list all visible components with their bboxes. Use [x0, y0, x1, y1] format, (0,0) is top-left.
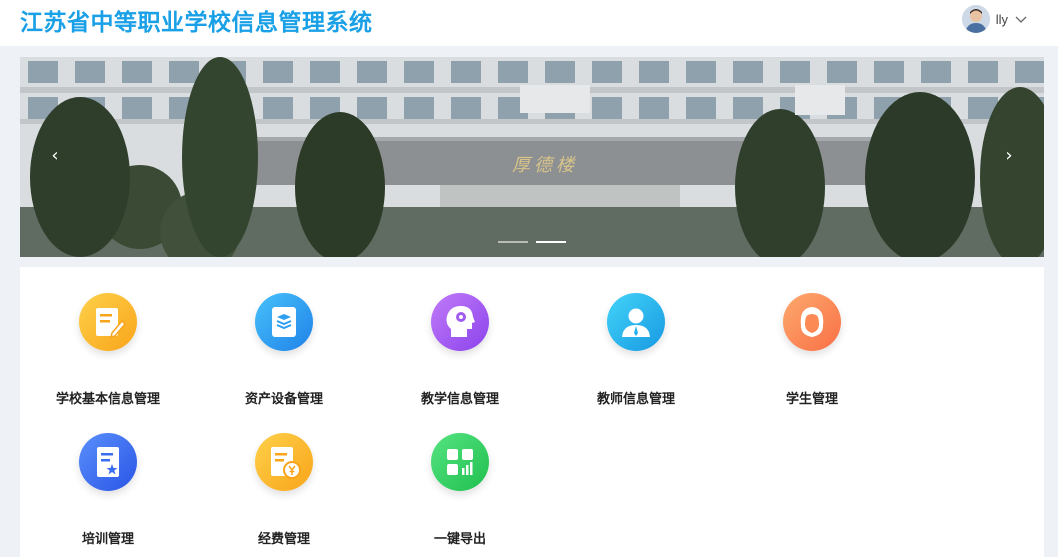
- building-window: [28, 61, 58, 83]
- building-window: [1015, 61, 1044, 83]
- building-window: [451, 97, 481, 119]
- user-menu[interactable]: lly: [961, 5, 1028, 33]
- carousel-indicators: [498, 241, 566, 243]
- building-window: [169, 61, 199, 83]
- building-window: [122, 97, 152, 119]
- chevron-down-icon[interactable]: [1014, 12, 1028, 26]
- building-window: [780, 61, 810, 83]
- module-school-info[interactable]: 学校基本信息管理: [20, 267, 196, 407]
- building-window: [263, 61, 293, 83]
- module-assets[interactable]: 资产设备管理: [196, 267, 372, 407]
- module-teaching[interactable]: 教学信息管理: [372, 267, 548, 407]
- module-label[interactable]: 学生管理: [724, 388, 900, 407]
- building-window: [592, 97, 622, 119]
- edit-document-icon: [79, 293, 137, 351]
- top-header: 江苏省中等职业学校信息管理系统 lly: [0, 0, 1058, 46]
- module-students[interactable]: 学生管理: [724, 267, 900, 407]
- module-finance[interactable]: 经费管理: [196, 407, 372, 547]
- building-window: [639, 61, 669, 83]
- teacher-icon: [607, 293, 665, 351]
- module-label[interactable]: 教师信息管理: [548, 388, 724, 407]
- finance-document-icon: [255, 433, 313, 491]
- carousel-prev-button[interactable]: ‹: [42, 143, 68, 169]
- building-window: [592, 61, 622, 83]
- module-panel: 学校基本信息管理 资产设备管理 教学信息管理 教师信息管理 学生管理 培训管理 …: [20, 267, 1044, 557]
- layers-icon: [255, 293, 313, 351]
- building-window: [404, 61, 434, 83]
- building-sign: 厚德楼: [512, 155, 578, 176]
- chevron-left-icon: ‹: [51, 145, 59, 166]
- export-grid-icon: [431, 433, 489, 491]
- certificate-icon: [79, 433, 137, 491]
- carousel-next-button[interactable]: ›: [996, 143, 1022, 169]
- building-window: [357, 61, 387, 83]
- carousel-dot-1[interactable]: [498, 241, 528, 243]
- building-window: [686, 61, 716, 83]
- building-window: [75, 61, 105, 83]
- image-carousel[interactable]: 厚德楼 ‹ ›: [20, 57, 1044, 257]
- building-window: [310, 61, 340, 83]
- building-window: [498, 61, 528, 83]
- module-label[interactable]: 资产设备管理: [196, 388, 372, 407]
- building-window: [404, 97, 434, 119]
- building-window: [451, 61, 481, 83]
- module-label[interactable]: 培训管理: [20, 528, 196, 547]
- user-name[interactable]: lly: [996, 12, 1008, 27]
- head-gear-icon: [431, 293, 489, 351]
- building-window: [874, 61, 904, 83]
- building-window: [263, 97, 293, 119]
- building-window: [921, 61, 951, 83]
- chevron-right-icon: ›: [1005, 145, 1013, 166]
- module-teachers[interactable]: 教师信息管理: [548, 267, 724, 407]
- building-window: [827, 61, 857, 83]
- building-window: [639, 97, 669, 119]
- building-window: [968, 61, 998, 83]
- module-label[interactable]: 学校基本信息管理: [20, 388, 196, 407]
- module-label[interactable]: 教学信息管理: [372, 388, 548, 407]
- building-window: [733, 97, 763, 119]
- building-window: [686, 97, 716, 119]
- module-label[interactable]: 经费管理: [196, 528, 372, 547]
- student-icon: [783, 293, 841, 351]
- app-title: 江苏省中等职业学校信息管理系统: [20, 10, 373, 36]
- building-window: [357, 97, 387, 119]
- building-window: [545, 61, 575, 83]
- user-avatar[interactable]: [961, 5, 990, 33]
- carousel-dot-2[interactable]: [536, 241, 566, 243]
- building-window: [122, 61, 152, 83]
- module-label[interactable]: 一键导出: [372, 528, 548, 547]
- module-export[interactable]: 一键导出: [372, 407, 548, 547]
- module-training[interactable]: 培训管理: [20, 407, 196, 547]
- building-window: [733, 61, 763, 83]
